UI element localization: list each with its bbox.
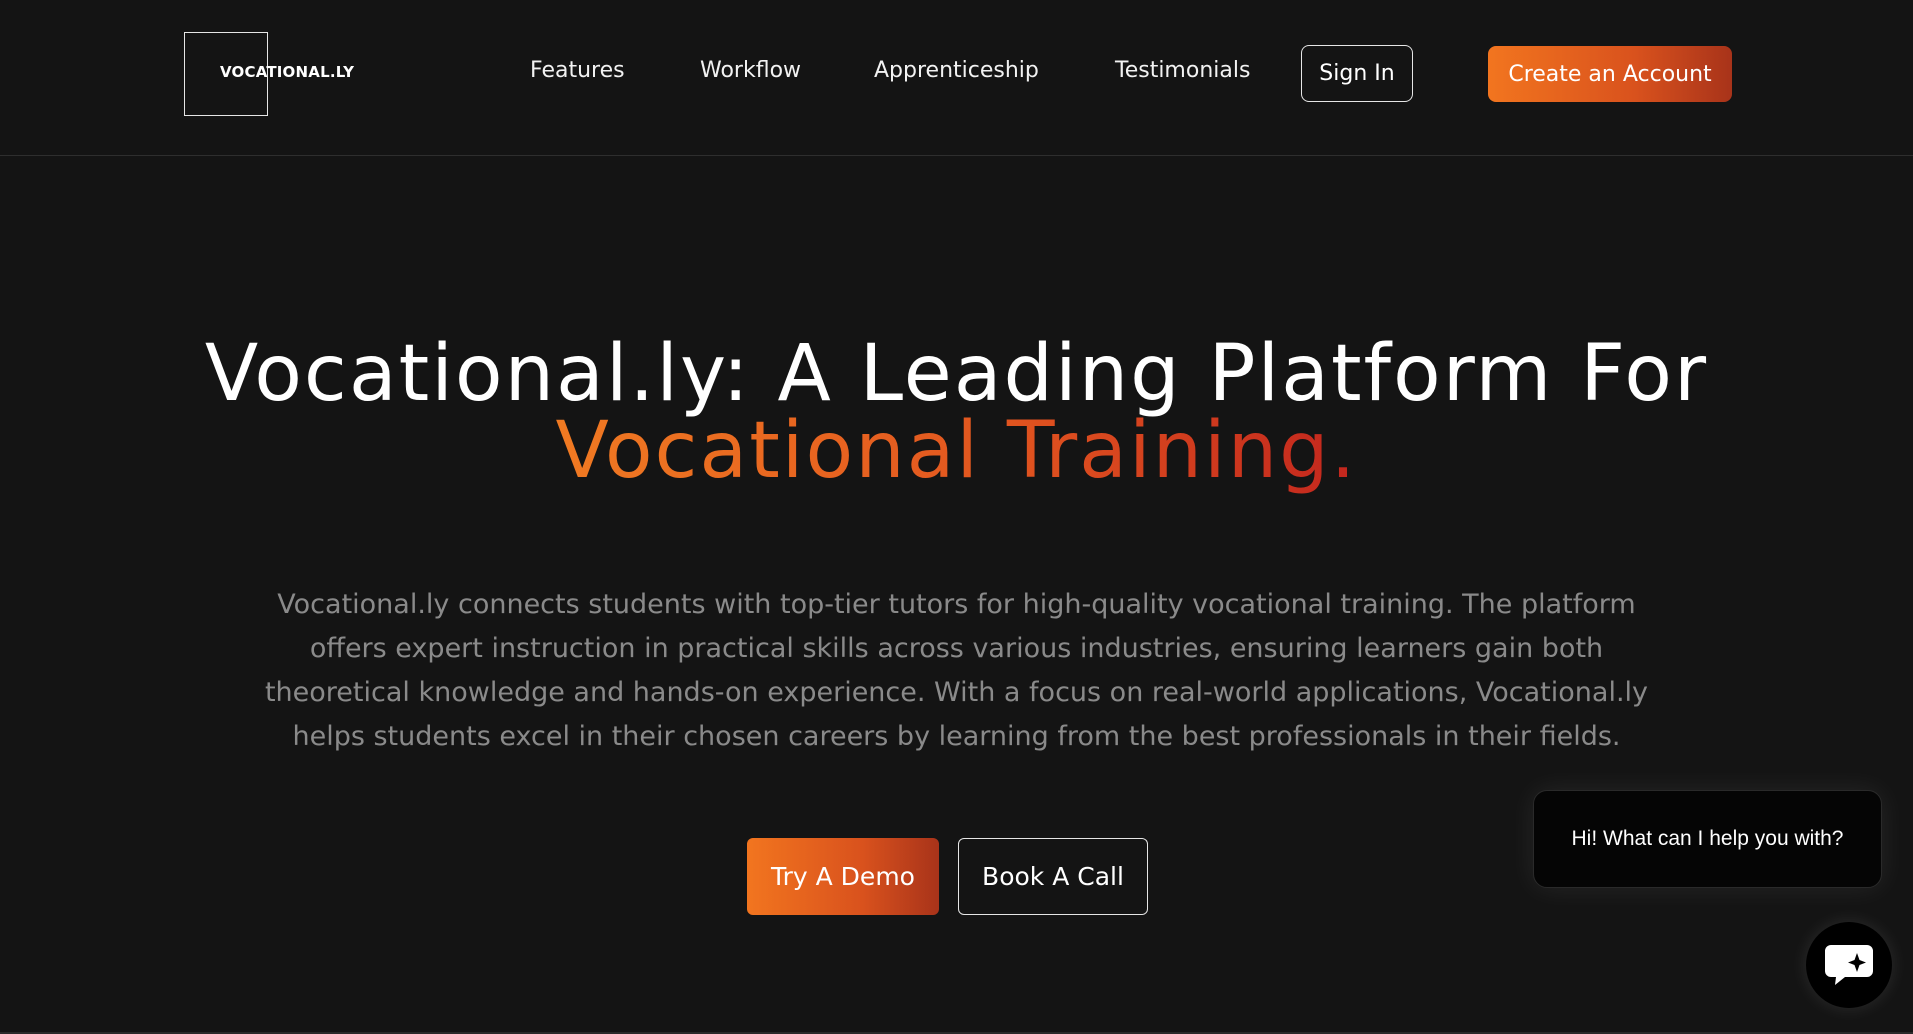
nav-link-features[interactable]: Features xyxy=(530,58,625,83)
landing-page: VOCATIONAL.LY Features Workflow Apprenti… xyxy=(0,0,1913,1034)
nav-link-testimonials[interactable]: Testimonials xyxy=(1115,58,1250,83)
try-demo-button[interactable]: Try A Demo xyxy=(747,838,939,915)
create-account-button[interactable]: Create an Account xyxy=(1488,46,1732,102)
hero-title: Vocational.ly: A Leading Platform For xyxy=(204,329,1709,419)
sign-in-button[interactable]: Sign In xyxy=(1301,45,1413,102)
logo[interactable]: VOCATIONAL.LY xyxy=(220,63,354,81)
top-navbar: VOCATIONAL.LY Features Workflow Apprenti… xyxy=(0,0,1913,156)
chat-greeting-bubble[interactable]: Hi! What can I help you with? xyxy=(1533,790,1882,888)
chat-sparkle-icon xyxy=(1825,945,1873,985)
hero-description: Vocational.ly connects students with top… xyxy=(264,589,1649,752)
hero-title-highlight: Vocational Training. xyxy=(555,406,1358,496)
nav-link-workflow[interactable]: Workflow xyxy=(700,58,801,83)
hero-title-highlight-line: Vocational Training. xyxy=(0,412,1913,490)
book-call-button[interactable]: Book A Call xyxy=(958,838,1148,915)
chat-greeting-text: Hi! What can I help you with? xyxy=(1571,827,1844,850)
nav-link-apprenticeship[interactable]: Apprenticeship xyxy=(874,58,1039,83)
chat-launcher-button[interactable] xyxy=(1806,922,1892,1008)
